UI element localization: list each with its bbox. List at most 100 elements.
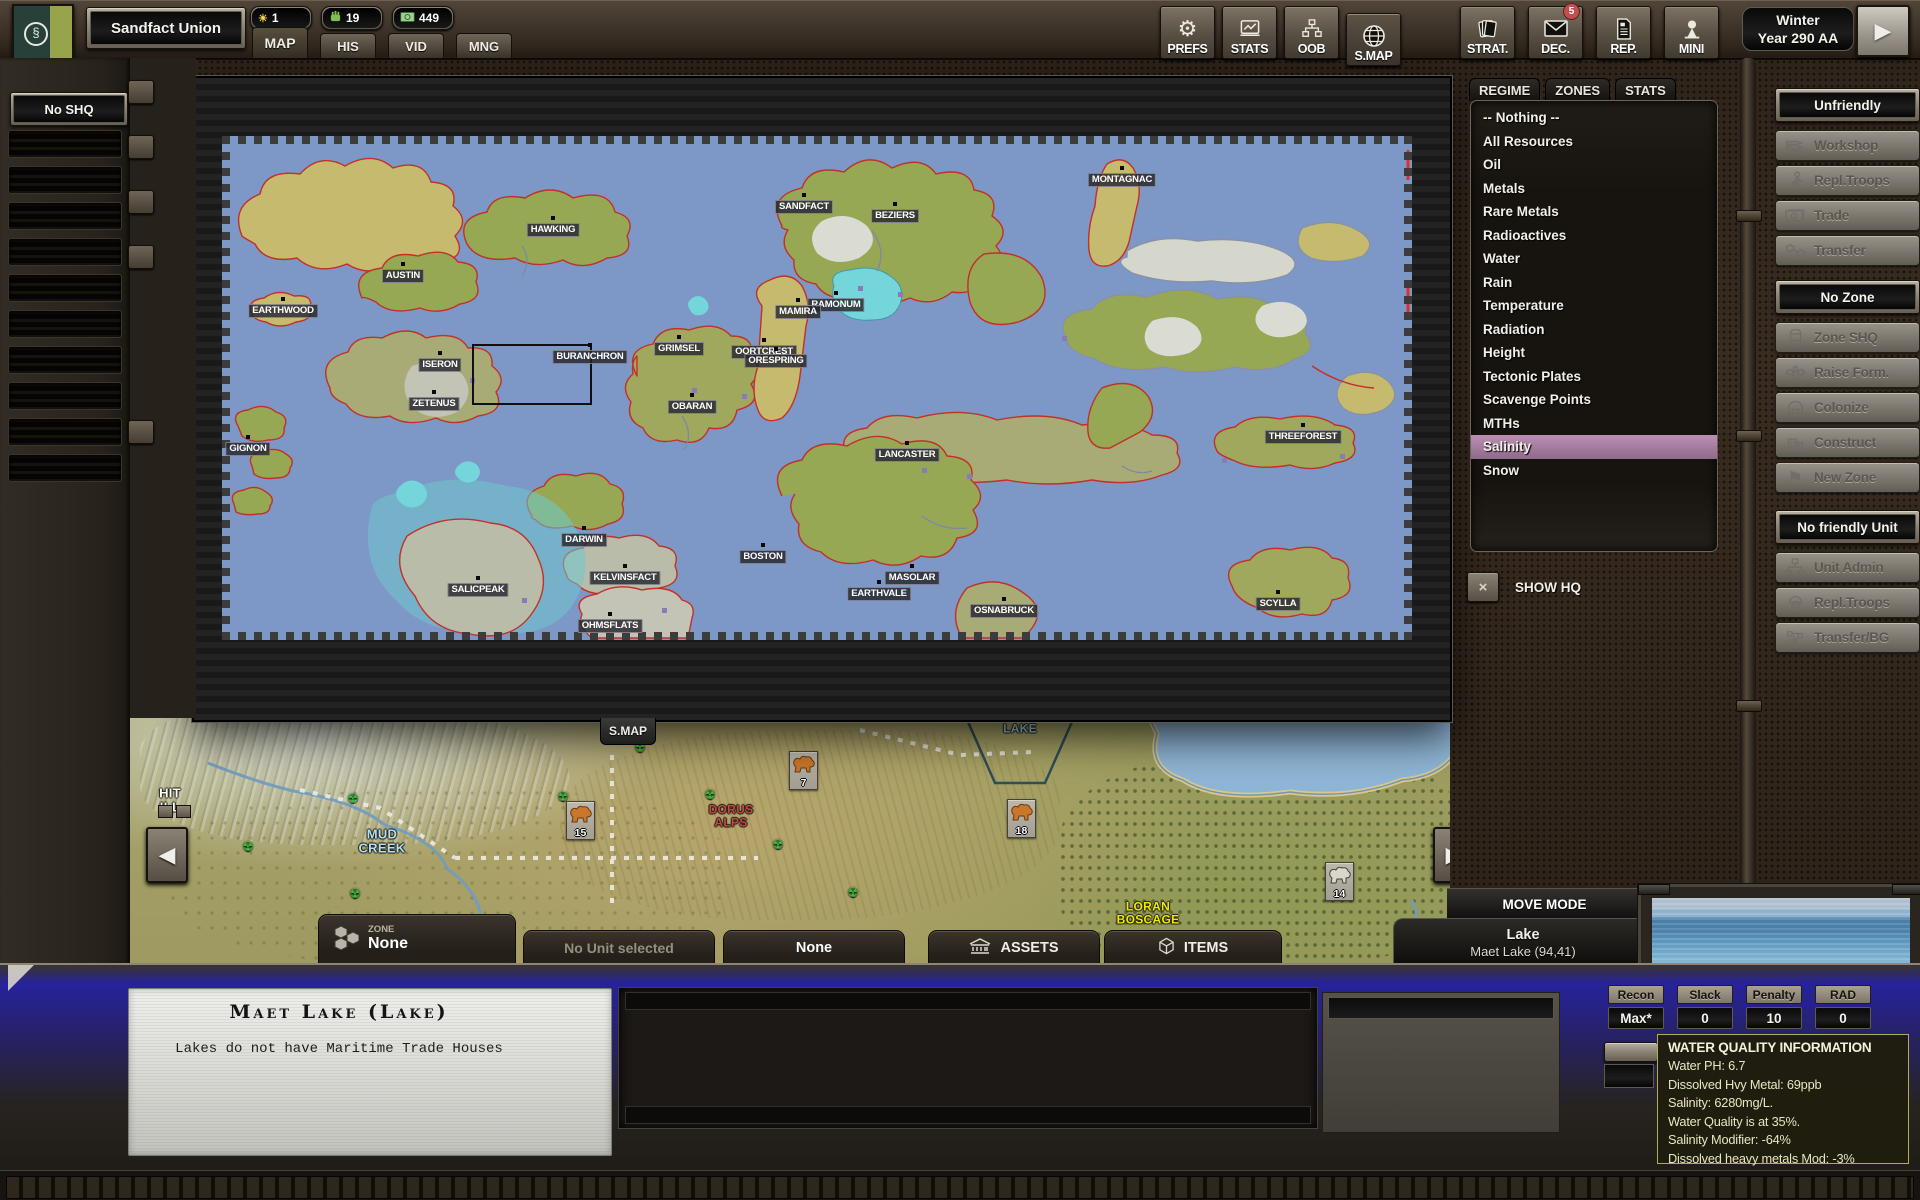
prefs-button[interactable]: ⚙PREFS — [1160, 6, 1215, 59]
city-label-scylla[interactable]: SCYLLA — [1256, 597, 1301, 611]
layer-item-salinity[interactable]: Salinity — [1471, 435, 1717, 459]
layer-item-scavenge-points[interactable]: Scavenge Points — [1471, 388, 1717, 412]
transferbg-button[interactable]: Transfer/BG — [1775, 622, 1920, 653]
view-tab-mng[interactable]: MNG — [456, 33, 512, 58]
bottom-info-panel: Maet Lake (Lake) Lakes do not have Marit… — [0, 963, 1920, 1200]
notification-badge: 5 — [1563, 3, 1580, 20]
city-label-iseron[interactable]: ISERON — [418, 358, 461, 372]
layer-item-all-resources[interactable]: All Resources — [1471, 130, 1717, 154]
resource-fist[interactable]: 19 — [321, 6, 383, 30]
repltroops-button[interactable]: Repl.Troops — [1775, 165, 1920, 196]
resource-value: 449 — [419, 11, 439, 25]
zone-hexes-icon — [333, 924, 359, 955]
layer-item-mths[interactable]: MTHs — [1471, 412, 1717, 436]
unitadmin-button[interactable]: Unit Admin — [1775, 552, 1920, 583]
city-label-darwin[interactable]: DARWIN — [561, 533, 607, 547]
view-tab-map[interactable]: MAP — [252, 27, 308, 58]
items-tab[interactable]: ITEMS — [1104, 930, 1282, 966]
city-label-hawking[interactable]: HAWKING — [527, 223, 580, 237]
muscle-icon — [1784, 364, 1806, 382]
stats-button[interactable]: STATS — [1222, 6, 1277, 59]
layer-item-metals[interactable]: Metals — [1471, 177, 1717, 201]
city-label-salicpeak[interactable]: SALICPEAK — [447, 583, 508, 597]
view-tab-vid[interactable]: VID — [388, 33, 444, 58]
faction-flag[interactable]: § — [12, 4, 74, 60]
construct-button[interactable]: Construct — [1775, 427, 1920, 458]
layer-item-height[interactable]: Height — [1471, 341, 1717, 365]
zoneshq-button[interactable]: Zone SHQ — [1775, 322, 1920, 353]
top-buttons-left-group: ⚙PREFSSTATSOOBS.MAP — [1160, 6, 1401, 59]
layer-item-oil[interactable]: Oil — [1471, 153, 1717, 177]
trade-button[interactable]: Trade — [1775, 200, 1920, 231]
city-label-austin[interactable]: AUSTIN — [382, 269, 424, 283]
layer-tab-regime[interactable]: REGIME — [1469, 78, 1540, 101]
layer-item-rain[interactable]: Rain — [1471, 271, 1717, 295]
layer-item----nothing---[interactable]: -- Nothing -- — [1471, 106, 1717, 130]
oob-button[interactable]: OOB — [1284, 6, 1339, 59]
city-label-sandfact[interactable]: SANDFACT — [775, 200, 833, 214]
rep-button[interactable]: REP. — [1596, 6, 1651, 59]
zone-tab[interactable]: ZONENone — [318, 914, 516, 964]
city-label-osnabruck[interactable]: OSNABRUCK — [970, 604, 1038, 618]
city-label-threeforest[interactable]: THREEFOREST — [1265, 430, 1342, 444]
scroll-left-arrow[interactable]: ◀ — [146, 827, 188, 883]
city-label-buranchron[interactable]: BURANCHRON — [552, 350, 627, 364]
repltroops-button[interactable]: Repl.Troops — [1775, 587, 1920, 618]
layer-item-radiation[interactable]: Radiation — [1471, 318, 1717, 342]
layer-tab-stats[interactable]: STATS — [1615, 78, 1676, 101]
envelope-icon — [1544, 16, 1568, 42]
dec-button[interactable]: 5DEC. — [1528, 6, 1583, 59]
layer-item-rare-metals[interactable]: Rare Metals — [1471, 200, 1717, 224]
corner-arrow[interactable] — [8, 965, 34, 991]
city-label-zetenus[interactable]: ZETENUS — [409, 397, 460, 411]
layer-item-temperature[interactable]: Temperature — [1471, 294, 1717, 318]
city-label-montagnac[interactable]: MONTAGNAC — [1088, 173, 1156, 187]
unit-counter-wolf[interactable]: 14 — [1325, 862, 1354, 901]
assets-tab[interactable]: ASSETS — [928, 930, 1100, 966]
end-turn-button[interactable]: ▶ — [1856, 5, 1910, 57]
view-tab-his[interactable]: HIS — [320, 33, 376, 58]
city-label-lancaster[interactable]: LANCASTER — [875, 448, 940, 462]
layer-item-radioactives[interactable]: Radioactives — [1471, 224, 1717, 248]
unit-tab[interactable]: No Unit selected — [523, 930, 715, 966]
unit-counter-beast[interactable]: 18 — [1007, 799, 1036, 838]
mini-button[interactable]: MINI — [1664, 6, 1719, 59]
city-label-earthwood[interactable]: EARTHWOOD — [248, 304, 318, 318]
layer-item-water[interactable]: Water — [1471, 247, 1717, 271]
smap-button[interactable]: S.MAP — [1346, 13, 1401, 66]
show-hq-checkbox[interactable]: × — [1467, 572, 1499, 602]
selection-tab[interactable]: None — [723, 930, 905, 966]
city-label-masolar[interactable]: MASOLAR — [885, 571, 940, 585]
city-label-obaran[interactable]: OBARAN — [668, 400, 717, 414]
radiation-icon: ☢ — [555, 789, 571, 805]
transfer-button[interactable]: Transfer — [1775, 235, 1920, 266]
unit-counter-beast[interactable]: 15 — [566, 801, 595, 840]
workshop-button[interactable]: Workshop — [1775, 130, 1920, 161]
city-label-boston[interactable]: BOSTON — [739, 550, 786, 564]
map-edge-button[interactable] — [176, 805, 191, 818]
map-edge-button[interactable] — [158, 805, 173, 818]
colonize-button[interactable]: Colonize — [1775, 392, 1920, 423]
city-label-grimsel[interactable]: GRIMSEL — [654, 342, 704, 356]
strategic-map[interactable]: MONTAGNAC SANDFACT BEZIERS HAWKING AUSTIN EAR… — [222, 136, 1412, 640]
city-label-beziers[interactable]: BEZIERS — [871, 209, 919, 223]
city-label-kelvinsfact[interactable]: KELVINSFACT — [589, 571, 660, 585]
city-label-mamira[interactable]: MAMIRA — [775, 305, 821, 319]
smap-window-tab[interactable]: S.MAP — [600, 718, 656, 745]
strat-button[interactable]: STRAT. — [1460, 6, 1515, 59]
helmet-icon — [1784, 399, 1806, 416]
scroll-right-arrow[interactable]: ▶ — [1433, 827, 1450, 883]
unit-counter-beast[interactable]: 7 — [789, 751, 818, 790]
layer-item-snow[interactable]: Snow — [1471, 459, 1717, 483]
resource-cash[interactable]: 449 — [392, 6, 454, 30]
raiseform-button[interactable]: Raise Form. — [1775, 357, 1920, 388]
layer-tab-zones[interactable]: ZONES — [1545, 78, 1610, 101]
newzone-button[interactable]: ⚑New Zone — [1775, 462, 1920, 493]
layer-item-tectonic-plates[interactable]: Tectonic Plates — [1471, 365, 1717, 389]
tooltip-line: Dissolved heavy metals Mod: -3% — [1668, 1150, 1898, 1169]
city-label-ohmsflats[interactable]: OHMSFLATS — [578, 619, 643, 633]
city-label-earthvale[interactable]: EARTHVALE — [847, 587, 911, 601]
pin-icon — [1683, 16, 1701, 42]
city-label-orespring[interactable]: ORESPRING — [744, 354, 807, 368]
city-label-gignon[interactable]: GIGNON — [225, 442, 270, 456]
